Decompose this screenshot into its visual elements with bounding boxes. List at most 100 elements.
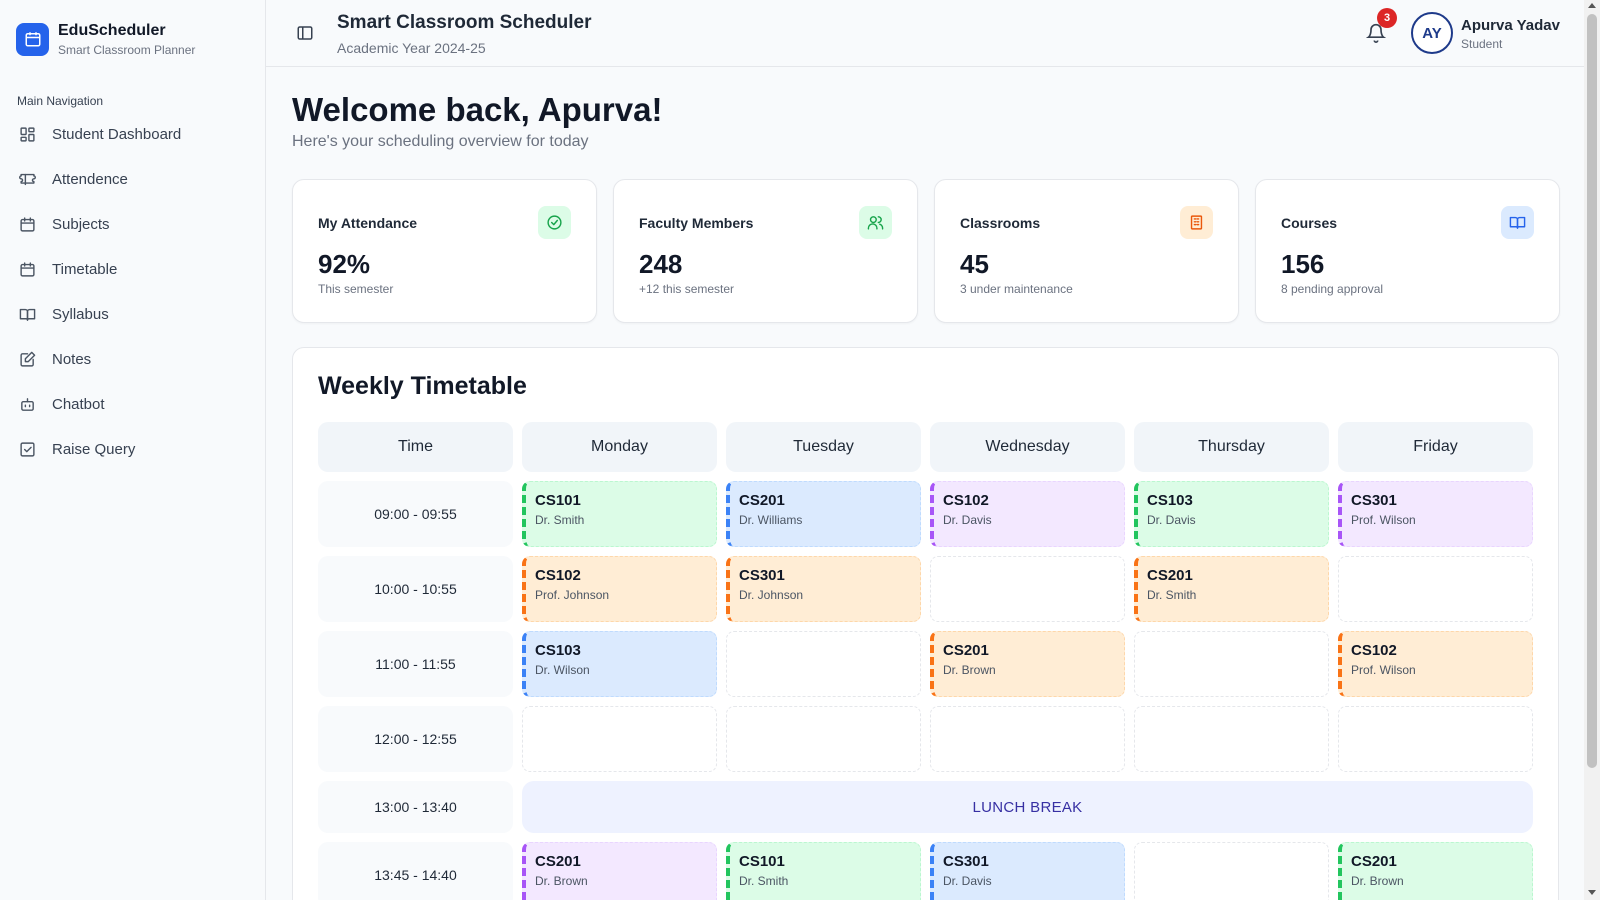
class-slot[interactable]: CS101 Dr. Smith [522,481,717,547]
stat-card-courses[interactable]: Courses 156 8 pending approval [1255,179,1560,323]
book-open-icon [1501,206,1534,239]
stat-note: +12 this semester [639,282,735,296]
stat-value: 45 [960,249,989,279]
scroll-up-arrow-icon[interactable] [1588,3,1596,8]
stat-card-faculty-members[interactable]: Faculty Members 248 +12 this semester [613,179,918,323]
time-slot-label: 11:00 - 11:55 [318,631,513,697]
welcome-title: Welcome back, Apurva! [292,91,663,128]
course-code: CS101 [739,853,785,870]
sidebar-item-timetable[interactable]: Timetable [8,250,257,288]
instructor-name: Prof. Johnson [535,588,610,602]
instructor-name: Prof. Wilson [1351,663,1416,677]
calendar-icon [18,260,36,278]
class-slot[interactable]: CS103 Dr. Davis [1134,481,1329,547]
empty-slot[interactable] [1134,706,1329,772]
sidebar-item-raise-query[interactable]: Raise Query [8,430,257,468]
time-slot-label: 13:00 - 13:40 [318,781,513,833]
sidebar-item-student-dashboard[interactable]: Student Dashboard [8,115,257,153]
empty-slot[interactable] [726,631,921,697]
class-slot[interactable]: CS201 Dr. Brown [1338,842,1533,900]
timetable-title: Weekly Timetable [318,372,527,400]
class-slot[interactable]: CS102 Dr. Davis [930,481,1125,547]
class-slot[interactable]: CS101 Dr. Smith [726,842,921,900]
stat-value: 248 [639,249,683,279]
class-slot[interactable]: CS201 Dr. Brown [930,631,1125,697]
column-header-friday: Friday [1338,422,1533,472]
weekly-timetable-card: Weekly Timetable Time Monday Tuesday Wednes… [292,347,1559,900]
empty-slot[interactable] [930,556,1125,622]
empty-slot[interactable] [726,706,921,772]
check-circle-icon [538,206,571,239]
topbar: Smart Classroom Scheduler Academic Year … [266,0,1584,67]
class-slot[interactable]: CS201 Dr. Smith [1134,556,1329,622]
scroll-down-arrow-icon[interactable] [1588,890,1596,895]
stat-card-classrooms[interactable]: Classrooms 45 3 under maintenance [934,179,1239,323]
class-slot[interactable]: CS201 Dr. Williams [726,481,921,547]
empty-slot[interactable] [1338,706,1533,772]
instructor-name: Dr. Davis [943,874,992,888]
class-slot[interactable]: CS102 Prof. Wilson [1338,631,1533,697]
class-slot[interactable]: CS301 Dr. Johnson [726,556,921,622]
empty-slot[interactable] [1134,842,1329,900]
course-code: CS102 [535,567,581,584]
sidebar-item-chatbot[interactable]: Chatbot [8,385,257,423]
book-icon [18,305,36,323]
class-slot[interactable]: CS201 Dr. Brown [522,842,717,900]
brand[interactable]: EduScheduler Smart Classroom Planner [0,0,265,78]
instructor-name: Prof. Wilson [1351,513,1416,527]
sidebar-item-label: Syllabus [52,305,109,323]
sidebar-item-attendence[interactable]: Attendence [8,160,257,198]
sidebar-toggle-icon[interactable] [296,24,314,42]
stat-value: 156 [1281,249,1325,279]
sidebar-item-subjects[interactable]: Subjects [8,205,257,243]
class-slot[interactable]: CS301 Dr. Davis [930,842,1125,900]
instructor-name: Dr. Smith [739,874,789,888]
brand-title: EduScheduler [58,21,166,39]
sidebar-item-syllabus[interactable]: Syllabus [8,295,257,333]
stat-value: 92% [318,249,371,279]
column-header-wednesday: Wednesday [930,422,1125,472]
class-slot[interactable]: CS301 Prof. Wilson [1338,481,1533,547]
course-code: CS102 [943,492,989,509]
column-header-thursday: Thursday [1134,422,1329,472]
sidebar: EduScheduler Smart Classroom Planner Mai… [0,0,266,900]
edit-icon [18,350,36,368]
time-slot-label: 13:45 - 14:40 [318,842,513,900]
user-name[interactable]: Apurva Yadav [1461,17,1560,34]
vertical-scrollbar[interactable] [1584,0,1600,900]
empty-slot[interactable] [1134,631,1329,697]
sidebar-item-label: Timetable [52,260,118,278]
sidebar-item-notes[interactable]: Notes [8,340,257,378]
stats-row: My Attendance 92% This semester Faculty Mem… [292,179,1560,323]
welcome-subtitle: Here's your scheduling overview for toda… [292,133,589,150]
sidebar-item-label: Chatbot [52,395,105,413]
class-slot[interactable]: CS103 Dr. Wilson [522,631,717,697]
course-code: CS201 [1147,567,1193,584]
avatar[interactable]: AY [1411,12,1453,54]
course-code: CS301 [1351,492,1397,509]
course-code: CS201 [943,642,989,659]
course-code: CS102 [1351,642,1397,659]
empty-slot[interactable] [522,706,717,772]
sidebar-item-label: Attendence [52,170,128,188]
course-code: CS103 [535,642,581,659]
empty-slot[interactable] [930,706,1125,772]
page-title: Smart Classroom Scheduler [337,12,592,33]
scroll-thumb[interactable] [1587,14,1597,768]
main-content: Welcome back, Apurva! Here's your schedu… [266,67,1584,900]
instructor-name: Dr. Davis [1147,513,1196,527]
page-subtitle: Academic Year 2024-25 [337,40,486,56]
sidebar-item-label: Notes [52,350,92,368]
instructor-name: Dr. Brown [1351,874,1404,888]
ticket-icon [18,170,36,188]
stat-card-my-attendance[interactable]: My Attendance 92% This semester [292,179,597,323]
notification-badge: 3 [1377,8,1397,28]
time-slot-label: 10:00 - 10:55 [318,556,513,622]
sidebar-item-label: Student Dashboard [52,125,182,143]
class-slot[interactable]: CS102 Prof. Johnson [522,556,717,622]
stat-title: My Attendance [318,215,418,231]
empty-slot[interactable] [1338,556,1533,622]
building-icon [1180,206,1213,239]
instructor-name: Dr. Brown [535,874,588,888]
check-square-icon [18,440,36,458]
